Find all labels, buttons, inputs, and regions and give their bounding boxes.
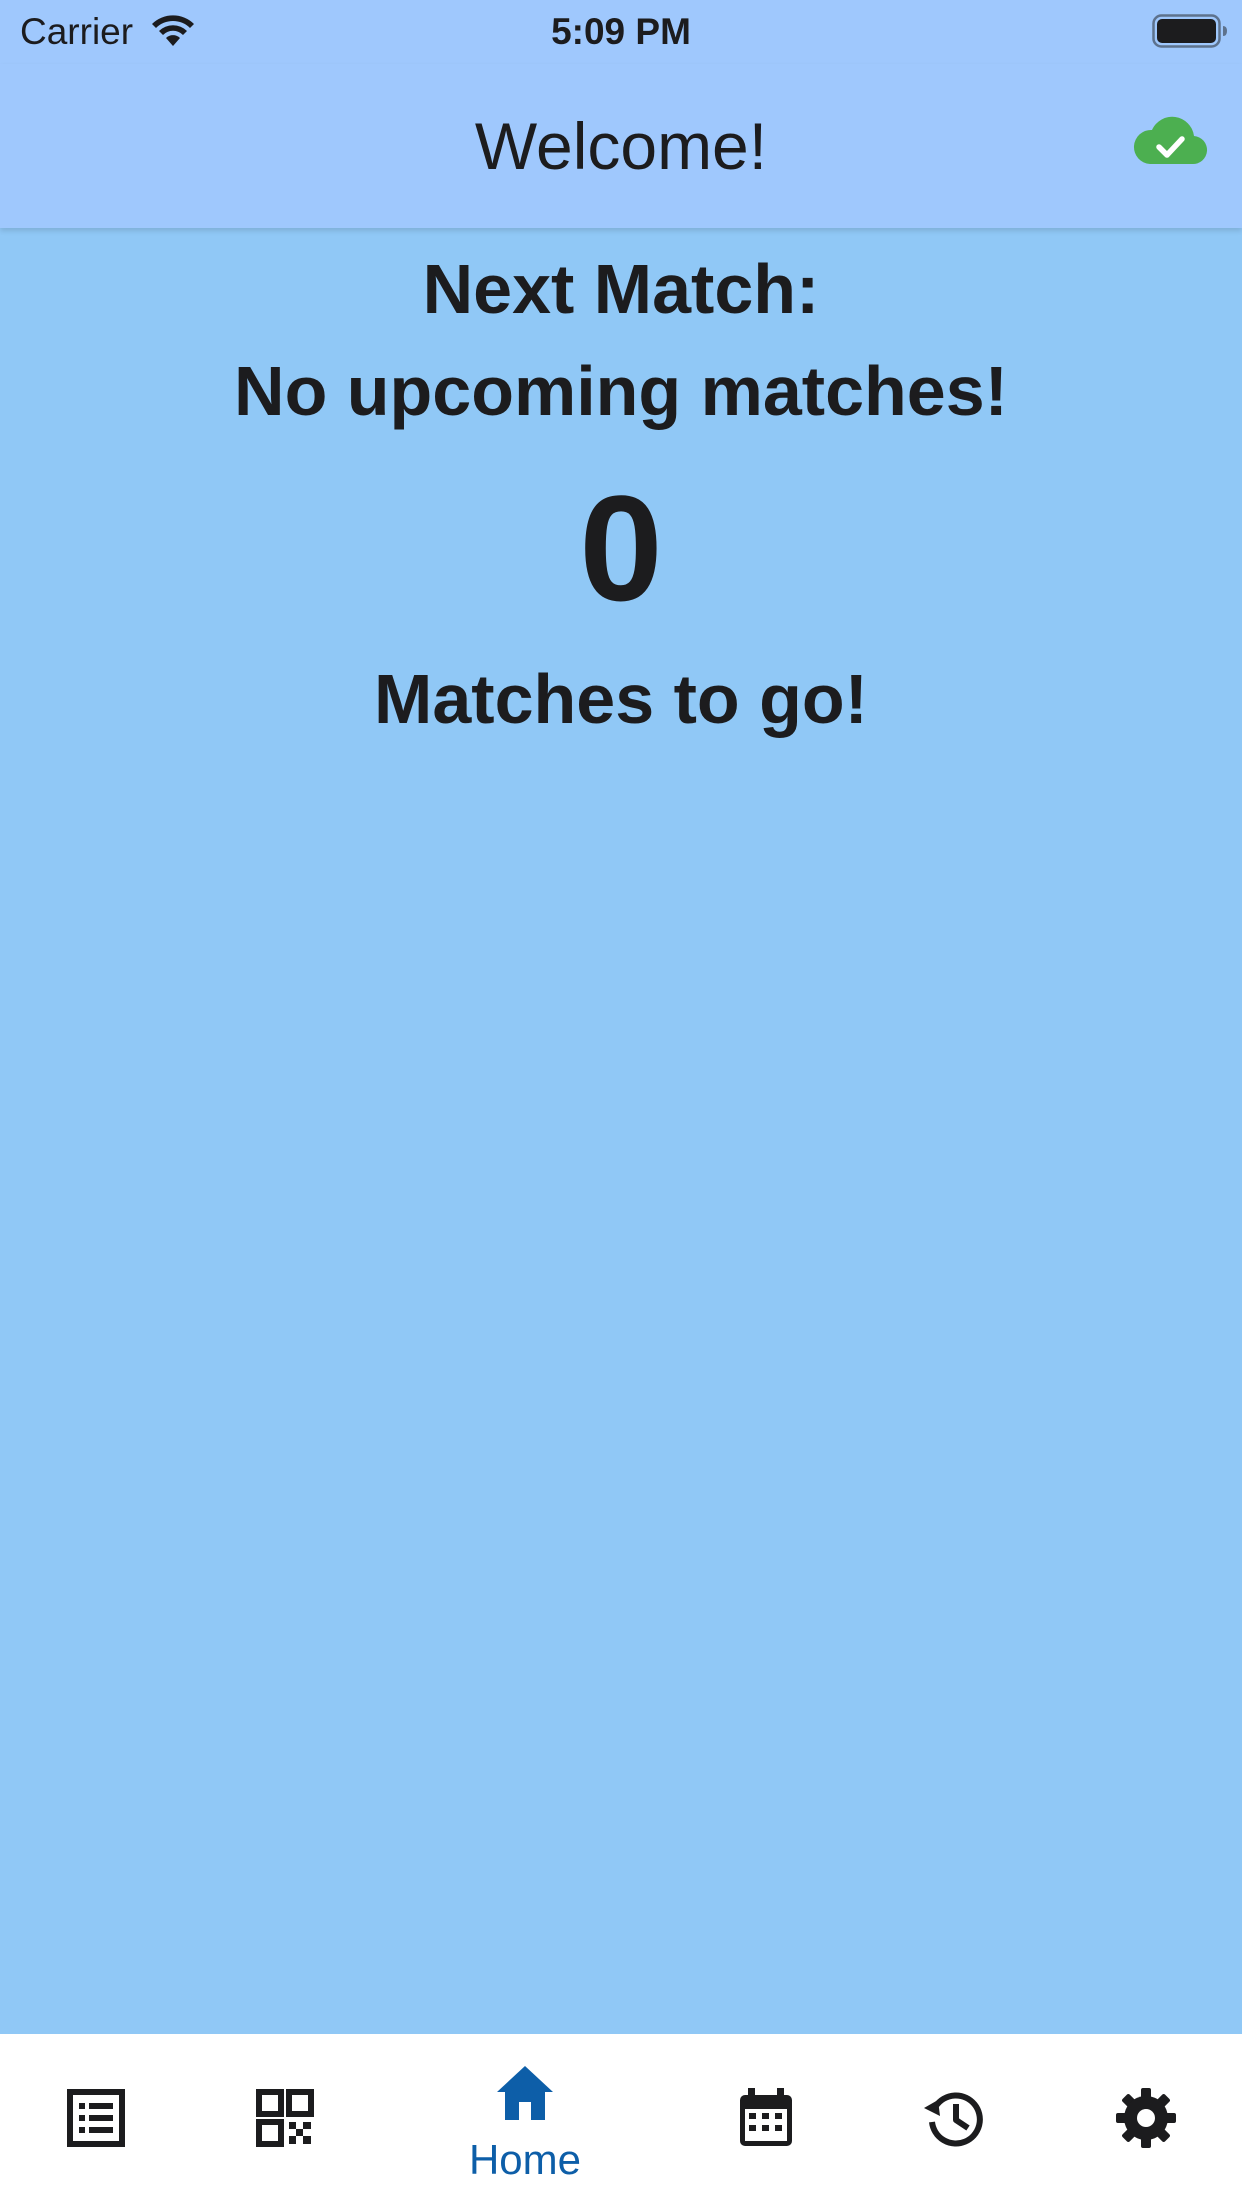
status-bar: Carrier 5:09 PM	[0, 0, 1242, 64]
cloud-check-icon[interactable]	[1132, 114, 1208, 172]
nav-item-history[interactable]	[860, 2034, 1050, 2208]
next-match-label: Next Match:	[422, 250, 820, 328]
nav-item-home[interactable]: Home	[430, 2034, 620, 2208]
nav-item-list[interactable]	[0, 2034, 190, 2208]
app-bar: Welcome!	[0, 64, 1242, 228]
next-match-value: No upcoming matches!	[234, 352, 1008, 430]
qr-code-icon	[256, 2089, 314, 2147]
status-time: 5:09 PM	[551, 11, 691, 52]
nav-label-home: Home	[468, 2136, 582, 2183]
nav-item-qr-code[interactable]	[190, 2034, 380, 2208]
screen: Carrier 5:09 PM Welcome! Next Match: No …	[0, 0, 1242, 2208]
nav-item-settings[interactable]	[1050, 2034, 1242, 2208]
home-icon	[497, 2066, 553, 2120]
calendar-icon	[740, 2088, 792, 2146]
settings-gear-icon	[1116, 2088, 1176, 2148]
list-icon	[67, 2089, 125, 2147]
matches-count: 0	[579, 464, 663, 632]
battery-icon	[1152, 14, 1227, 48]
bottom-navigation: Home	[0, 2034, 1242, 2208]
nav-item-calendar[interactable]	[670, 2034, 860, 2208]
page-title: Welcome!	[474, 109, 768, 183]
history-icon	[924, 2092, 983, 2147]
matches-to-go-label: Matches to go!	[374, 660, 868, 738]
